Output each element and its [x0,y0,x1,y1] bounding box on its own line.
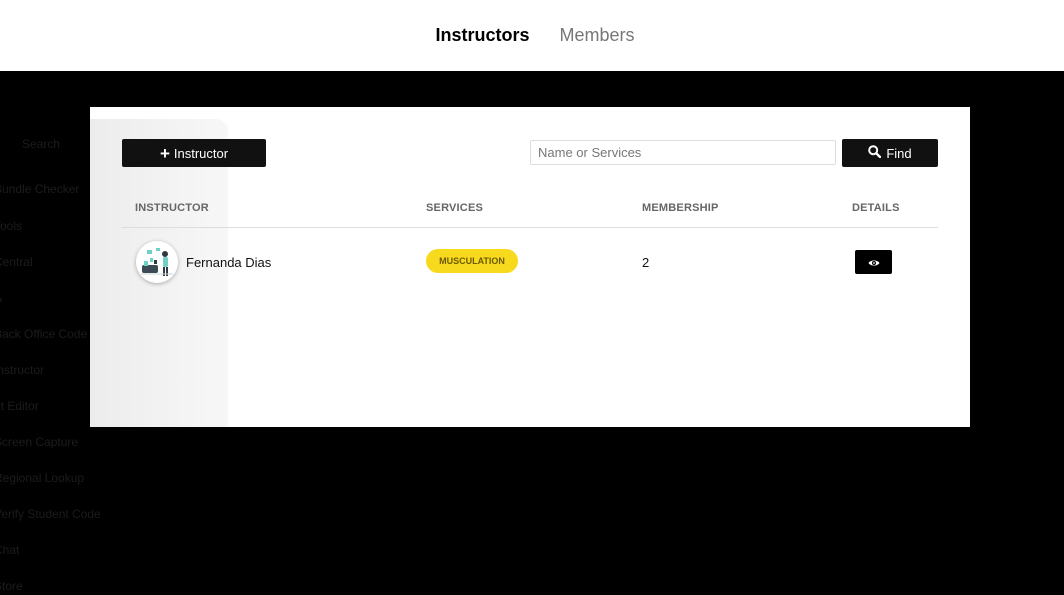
plus-icon: + [159,143,170,163]
background-menu-item: Instructor [0,363,45,377]
background-menu-item: A [0,291,2,305]
tab-instructors[interactable]: Instructors [435,25,529,46]
instructors-table: INSTRUCTOR SERVICES MEMBERSHIP DETAILS F… [122,199,938,296]
top-navigation: Instructors Members [0,0,1064,71]
add-instructor-label: Instructor [173,145,229,161]
eye-icon [868,255,880,270]
column-header-membership: MEMBERSHIP [642,202,719,214]
background-menu-item: Verify Student Code [0,507,101,521]
background-menu-item: Bundle Checker [0,182,80,196]
column-header-instructor: INSTRUCTOR [135,202,209,214]
column-header-services: SERVICES [426,202,484,214]
background-menu-item: Lt Editor [0,399,39,413]
background-menu-item: Regional Lookup [0,471,85,485]
toolbar: + Instructor Find [122,139,938,167]
instructors-panel: + Instructor Find INSTRUCTOR SERVICES ME… [90,107,970,427]
search-input[interactable] [530,140,836,165]
add-instructor-button[interactable]: + Instructor [122,139,266,167]
background-menu-item: Central [0,255,33,269]
view-details-button[interactable] [855,250,892,274]
background-menu-item: Tools [0,219,23,233]
table-row: Fernanda Dias MUSCULATION 2 [122,228,938,296]
membership-count: 2 [642,255,650,270]
search-icon [868,145,882,161]
tab-members[interactable]: Members [560,25,635,46]
find-button[interactable]: Find [842,139,938,167]
column-header-details: DETAILS [852,202,900,214]
background-menu-item: Back Office Code [0,327,88,341]
service-badge: MUSCULATION [426,249,518,273]
panel-content: + Instructor Find INSTRUCTOR SERVICES ME… [122,139,938,283]
background-menu-item: Store [0,579,23,593]
instructor-name: Fernanda Dias [186,255,272,270]
table-header: INSTRUCTOR SERVICES MEMBERSHIP DETAILS [122,199,938,228]
avatar [136,241,178,283]
background-menu-item: Chat [0,543,20,557]
background-menu-item: Search [22,137,61,151]
find-label: Find [886,145,912,161]
background-menu-item: Screen Capture [0,435,79,449]
